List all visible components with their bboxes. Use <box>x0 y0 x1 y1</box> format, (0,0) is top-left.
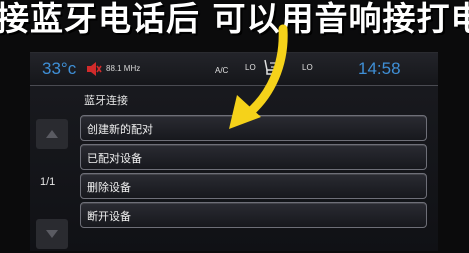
menu-item-label: 创建新的配对 <box>87 123 153 136</box>
menu-item-label: 已配对设备 <box>87 152 142 165</box>
triangle-down-icon <box>46 230 58 238</box>
page-indicator: 1/1 <box>40 176 56 188</box>
pointer-arrow-icon <box>229 24 288 129</box>
clock: 14:58 <box>358 59 401 78</box>
speaker-muted-icon <box>87 62 102 76</box>
menu-item-label: 断开设备 <box>87 210 131 223</box>
triangle-up-icon <box>46 130 58 138</box>
scroll-down-button[interactable] <box>36 219 68 249</box>
menu-item-label: 删除设备 <box>87 181 131 194</box>
temperature-left: 33°c <box>42 59 77 78</box>
menu-item-paired-devices[interactable]: 已配对设备 <box>80 144 427 170</box>
menu-item-delete-device[interactable]: 删除设备 <box>80 173 427 199</box>
fan-level-right: LO <box>302 63 313 72</box>
menu-item-disconnect-device[interactable]: 断开设备 <box>80 202 427 228</box>
radio-frequency: 88.1 MHz <box>106 64 141 73</box>
scroll-panel: 1/1 <box>30 119 72 251</box>
scroll-up-button[interactable] <box>36 119 68 149</box>
page-title: 蓝牙连接 <box>84 94 128 107</box>
